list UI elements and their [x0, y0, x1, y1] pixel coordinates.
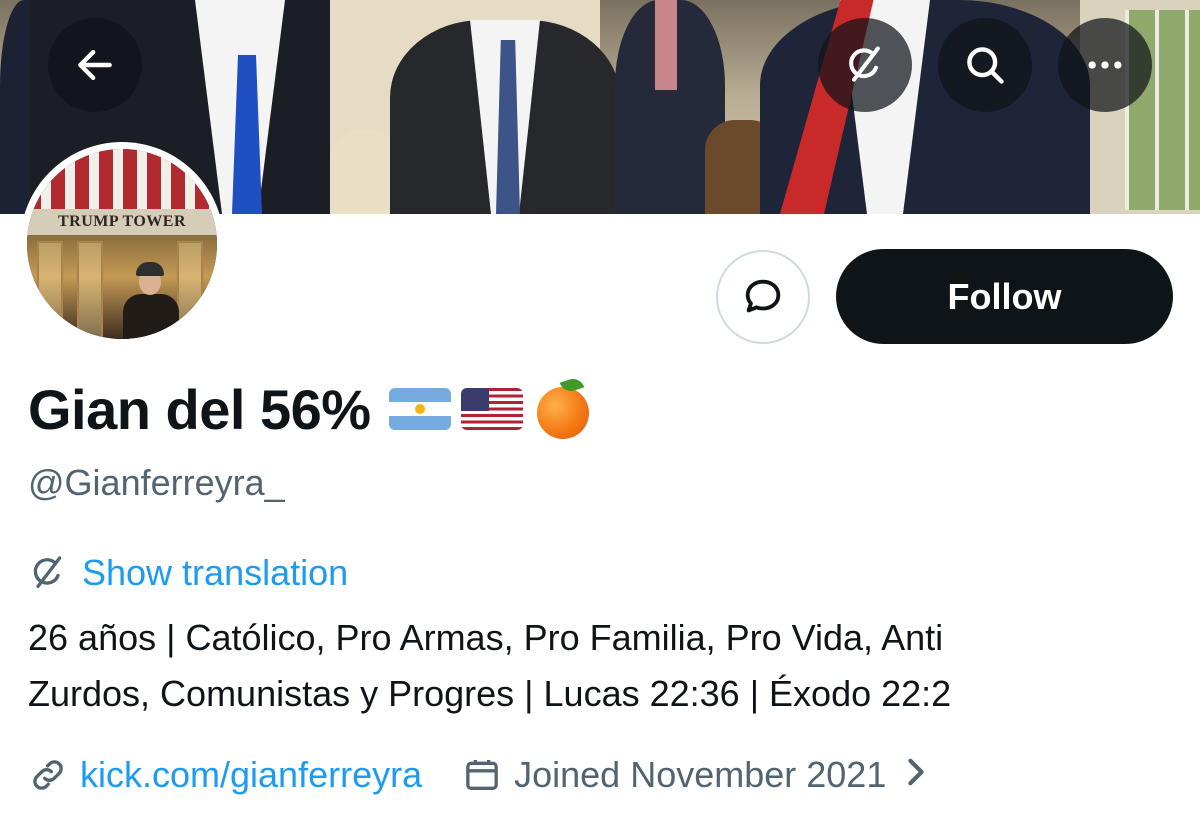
search-icon — [967, 47, 1004, 84]
avatar-door — [77, 241, 103, 339]
profile-meta-row: kick.com/gianferreyra Joined November 20… — [28, 750, 928, 800]
translate-icon — [33, 556, 62, 588]
more-button[interactable] — [1058, 18, 1152, 112]
avatar-person-hat — [136, 262, 164, 276]
usa-flag-icon — [460, 388, 523, 430]
display-name: Gian del 56% — [28, 377, 371, 441]
username-handle: @Gianferreyra_ — [28, 462, 285, 503]
search-button[interactable] — [938, 18, 1032, 112]
profile-website-link[interactable]: kick.com/gianferreyra — [80, 754, 422, 796]
show-translation-row[interactable]: Show translation — [28, 550, 348, 596]
message-button[interactable] — [716, 250, 810, 344]
avatar-image: TRUMP TOWER — [27, 149, 217, 339]
more-icon — [1088, 61, 1122, 69]
display-name-row: Gian del 56% — [28, 374, 593, 444]
argentina-flag-icon — [388, 388, 451, 430]
follow-button[interactable]: Follow — [836, 249, 1173, 344]
avatar[interactable]: TRUMP TOWER — [20, 142, 224, 346]
show-translation-link[interactable]: Show translation — [82, 552, 348, 594]
bio-line: 26 años | Católico, Pro Armas, Pro Famil… — [28, 617, 944, 658]
profile-bio: 26 años | Católico, Pro Armas, Pro Famil… — [28, 610, 1178, 722]
grok-icon — [849, 46, 880, 82]
tangerine-icon — [535, 375, 593, 439]
bio-line: Zurdos, Comunistas y Progres | Lucas 22:… — [28, 673, 952, 714]
avatar-sign: TRUMP TOWER — [27, 209, 217, 235]
link-icon — [33, 760, 63, 790]
avatar-door — [177, 241, 203, 339]
avatar-door — [37, 241, 63, 339]
message-bubble-icon — [745, 279, 781, 313]
avatar-flag-backdrop — [27, 149, 217, 209]
banner-tie — [655, 0, 677, 90]
joined-date: Joined November 2021 — [514, 754, 887, 795]
avatar-person-body — [123, 294, 179, 339]
calendar-icon — [466, 760, 498, 790]
back-arrow-icon — [78, 49, 112, 81]
back-button[interactable] — [48, 18, 142, 112]
grok-button[interactable] — [818, 18, 912, 112]
chevron-right-icon[interactable] — [904, 754, 928, 796]
